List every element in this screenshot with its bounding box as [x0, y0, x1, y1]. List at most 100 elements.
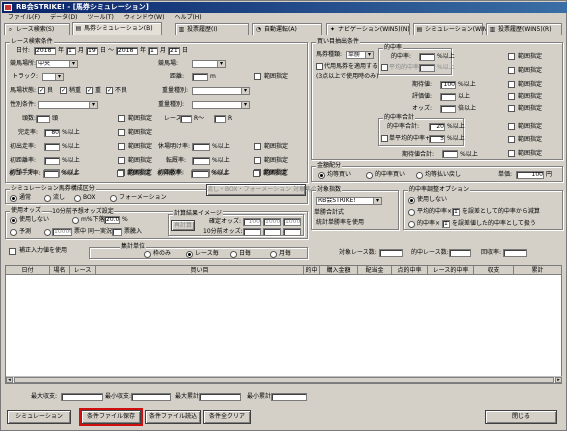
cond-heavy-checkbox[interactable]: ✓ [86, 87, 93, 94]
scroll-thumb[interactable] [14, 377, 554, 383]
drop-pct-input[interactable]: 20.0 [104, 216, 120, 224]
avg-hit-sum-input[interactable]: 5 [429, 135, 445, 143]
adjust-hit-input[interactable]: 1 [442, 220, 450, 228]
rate-input[interactable] [43, 170, 59, 178]
expected-value-input[interactable]: 100 [440, 81, 456, 89]
rate-range-checkbox[interactable] [118, 143, 125, 150]
cond-bad-checkbox[interactable]: ✓ [106, 87, 113, 94]
cond-slightly-heavy-checkbox[interactable]: ✓ [60, 87, 67, 94]
avg-hit-input[interactable] [419, 64, 435, 72]
col-payout[interactable]: 配当金 [358, 266, 392, 275]
expected-range-checkbox[interactable] [508, 81, 515, 88]
track-select[interactable] [42, 73, 64, 81]
date-to-month[interactable]: 1 [148, 47, 158, 55]
rate-range-checkbox[interactable] [118, 157, 125, 164]
scroll-right-icon[interactable]: ▸ [555, 377, 562, 383]
course-select[interactable] [192, 60, 226, 68]
avg-hit-sum-checkbox[interactable] [381, 135, 388, 142]
target-index-select[interactable]: RB会STRIKE! [316, 197, 382, 205]
per-race-radio[interactable] [186, 251, 193, 258]
adjust-avg-input[interactable]: 1 [452, 208, 460, 216]
box-radio[interactable] [74, 195, 81, 202]
tab-simulation[interactable]: ▤ 馬券シミュレーション(B) [72, 22, 162, 35]
recalculate-button[interactable]: 再計算 [171, 220, 195, 231]
frame-only-radio[interactable] [144, 251, 151, 258]
pre-odds-b[interactable] [263, 228, 281, 236]
expected-sum-input[interactable] [442, 150, 458, 158]
col-race-hit-rate[interactable]: レース的中率 [428, 266, 474, 275]
scroll-left-icon[interactable]: ◂ [6, 377, 13, 383]
load-condition-file-button[interactable]: 条件ファイル読込 [145, 410, 201, 424]
unit-price-input[interactable]: 100 [516, 171, 544, 179]
same-report-input[interactable] [112, 228, 122, 236]
menu-help[interactable]: ヘルプ(H) [174, 14, 201, 21]
adjust-none-radio[interactable] [408, 197, 415, 204]
confirmed-odds-a[interactable]: 100 [243, 218, 261, 226]
hit-sum-range-checkbox[interactable] [508, 123, 515, 130]
hit-range-checkbox[interactable] [508, 53, 515, 60]
odds-input[interactable] [440, 105, 456, 113]
col-purchase-amount[interactable]: 購入金額 [320, 266, 358, 275]
tab-race-search[interactable]: ⌕ レース検索(S) [4, 23, 70, 35]
col-race[interactable]: レース [70, 266, 96, 275]
tab-vote-history[interactable]: ▥ 投票履歴(I) [175, 23, 249, 35]
heads-input[interactable] [36, 115, 50, 123]
date-from-year[interactable]: 2018 [34, 47, 56, 55]
avg-range-checkbox[interactable] [508, 67, 515, 74]
rate-input[interactable] [44, 143, 60, 151]
date-from-day[interactable]: 19 [86, 47, 98, 55]
col-hit[interactable]: 的中 [304, 266, 320, 275]
eval-value-input[interactable] [440, 93, 456, 101]
ticket-type-select[interactable]: 単勝 [346, 51, 374, 59]
drop-pct-radio[interactable] [72, 217, 79, 224]
vote-count-radio[interactable] [44, 229, 51, 236]
menu-data[interactable]: データ(D) [50, 14, 77, 21]
equal-payout-radio[interactable] [416, 172, 423, 179]
per-day-radio[interactable] [230, 251, 237, 258]
menu-window[interactable]: ウィンドウ(W) [124, 14, 165, 21]
rate-range-checkbox[interactable] [254, 143, 261, 150]
race-to-input[interactable] [214, 115, 226, 123]
venue-select[interactable]: 中央 [36, 60, 78, 68]
heads-range-checkbox[interactable] [118, 115, 125, 122]
per-month-radio[interactable] [270, 251, 277, 258]
distance-input[interactable] [192, 73, 208, 81]
eval-range-checkbox[interactable] [508, 93, 515, 100]
hit-rate-buy-radio[interactable] [366, 172, 373, 179]
predict-odds-radio[interactable] [10, 229, 17, 236]
finish-rate-input[interactable]: 80 [44, 129, 60, 137]
target-horse-settings-button[interactable]: 流し・BOX・フォーメーション 対象馬の設定 [206, 184, 329, 196]
hit-rate-input[interactable] [419, 53, 435, 61]
horizontal-scrollbar[interactable]: ◂ ▸ [6, 376, 562, 383]
rate-range-checkbox[interactable] [254, 157, 261, 164]
race-from-input[interactable] [180, 115, 192, 123]
correction-checkbox[interactable] [9, 248, 16, 255]
confirmed-odds-c[interactable]: 1000 [283, 218, 301, 226]
nagashi-radio[interactable] [44, 195, 51, 202]
date-to-day[interactable]: 21 [168, 47, 180, 55]
col-date[interactable]: 日付 [6, 266, 50, 275]
col-balance[interactable]: 収支 [474, 266, 514, 275]
class-select[interactable] [192, 101, 250, 109]
menu-tool[interactable]: ツール(T) [87, 14, 113, 21]
tab-vote-history-win5[interactable]: ▥ 投票履歴(WIN5)(R) [486, 23, 562, 35]
menu-file[interactable]: ファイル(F) [8, 14, 40, 21]
pre-odds-c[interactable] [283, 228, 301, 236]
tab-simulation-win5[interactable]: ▤ シミュレーション(WIN5)(M) [413, 23, 503, 35]
odds-range-checkbox[interactable] [508, 105, 515, 112]
close-button[interactable]: 閉じる [485, 410, 557, 424]
rate-input[interactable] [44, 157, 60, 165]
rate-input[interactable] [192, 157, 210, 165]
simulation-button[interactable]: シミュレーション [7, 410, 71, 424]
pre-odds-a[interactable] [243, 228, 261, 236]
tab-auto-run[interactable]: ◔ 自動運転(A) [252, 23, 322, 35]
clear-conditions-button[interactable]: 条件全クリア [203, 410, 251, 424]
rate-range-checkbox[interactable] [117, 170, 124, 177]
col-bets[interactable]: 買い目 [96, 266, 304, 275]
avg-hit-sum-range-checkbox[interactable] [508, 136, 515, 143]
vote-count-input[interactable]: 10000 [52, 228, 72, 236]
weight-type-select[interactable] [192, 87, 250, 95]
normal-radio[interactable] [10, 195, 17, 202]
adjust-avg-radio[interactable] [408, 209, 415, 216]
no-odds-radio[interactable] [10, 217, 17, 224]
